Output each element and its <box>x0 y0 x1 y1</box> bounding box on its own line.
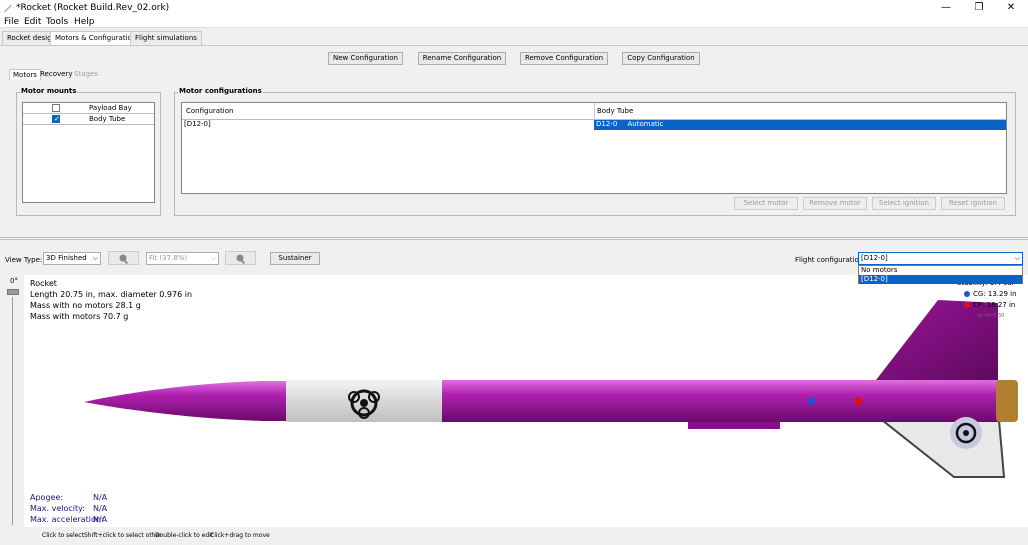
rename-configuration-button[interactable]: Rename Configuration <box>418 52 506 65</box>
title-bar: *Rocket (Rocket Build.Rev_02.ork) — ❐ ✕ <box>0 0 1028 16</box>
copy-configuration-button[interactable]: Copy Configuration <box>622 52 700 65</box>
mount-label: Body Tube <box>89 115 126 123</box>
status-bar: Click to select Shift+click to select ot… <box>0 527 1028 545</box>
status-hint: Double-click to edit <box>155 532 214 539</box>
motor-mounts-list: Payload Bay Body Tube <box>22 102 155 203</box>
rotation-slider-track[interactable] <box>12 297 13 525</box>
rotation-value: 0° <box>10 277 18 285</box>
mass-with-motors: Mass with motors 70.7 g <box>30 312 129 321</box>
magnifier-minus-icon <box>119 254 129 265</box>
max-acceleration-value: N/A <box>93 515 108 524</box>
menu-bar: File Edit Tools Help <box>0 16 1028 28</box>
motor-config-table: Configuration Body Tube [D12-0] D12-0 Au… <box>181 102 1007 194</box>
tab-flight-simulations[interactable]: Flight simulations <box>130 31 202 45</box>
fin-biohazard-decal <box>950 417 982 449</box>
mach-value: at M=0.30 <box>978 313 1005 319</box>
status-hint: Click+drag to move <box>210 532 270 539</box>
view-type-value: 3D Finished <box>46 254 87 262</box>
split-pane-divider[interactable] <box>0 237 1028 240</box>
tab-motors-configuration[interactable]: Motors & Configuration <box>50 31 142 45</box>
mass-no-motors: Mass with no motors 28.1 g <box>30 301 141 310</box>
zoom-value: Fit (37.8%) <box>149 254 188 262</box>
window-title: *Rocket (Rocket Build.Rev_02.ork) <box>16 3 170 13</box>
table-row[interactable]: [D12-0] D12-0 Automatic <box>182 120 1006 130</box>
option-d12-0[interactable]: [D12-0] <box>859 275 1022 284</box>
body-tube <box>442 380 1002 422</box>
ignition-type: Automatic <box>627 120 664 128</box>
mount-row-body-tube[interactable]: Body Tube <box>23 114 154 125</box>
rotation-panel: 0° <box>0 275 24 527</box>
side-fin <box>688 421 780 429</box>
maximize-button[interactable]: ❐ <box>963 0 995 16</box>
remove-motor-button[interactable]: Remove motor <box>803 197 867 210</box>
motor-mounts-title: Motor mounts <box>20 87 78 95</box>
flight-config-select[interactable]: [D12-0] ⌵ <box>858 252 1023 265</box>
zoom-select[interactable]: Fit (37.8%) ⌵ <box>146 252 219 265</box>
apogee-label: Apogee: <box>30 493 64 502</box>
rocket-name: Rocket <box>30 279 57 288</box>
rocket-length: Length 20.75 in, max. diameter 0.976 in <box>30 290 193 299</box>
app-rocket-icon <box>4 4 12 12</box>
column-header-configuration[interactable]: Configuration <box>186 103 233 120</box>
menu-tools[interactable]: Tools <box>46 17 68 27</box>
upper-fin <box>876 300 998 380</box>
new-configuration-button[interactable]: New Configuration <box>328 52 403 65</box>
rotation-slider-thumb[interactable] <box>7 289 19 295</box>
subtab-recovery[interactable]: Recovery <box>37 69 75 80</box>
menu-help[interactable]: Help <box>74 17 95 27</box>
max-velocity-value: N/A <box>93 504 108 513</box>
minimize-button[interactable]: — <box>930 0 962 16</box>
reset-ignition-button[interactable]: Reset ignition <box>941 197 1005 210</box>
status-hint: Shift+click to select other <box>84 532 162 539</box>
subtab-stages: Stages <box>74 70 98 78</box>
rocket-3d-view[interactable] <box>24 275 1028 527</box>
cg-marker <box>807 397 815 405</box>
option-no-motors[interactable]: No motors <box>859 266 1022 275</box>
view-type-select[interactable]: 3D Finished ⌵ <box>43 252 101 265</box>
select-motor-button[interactable]: Select motor <box>734 197 798 210</box>
cp-legend-icon <box>964 302 970 308</box>
column-header-body-tube[interactable]: Body Tube <box>597 103 633 120</box>
chevron-down-icon: ⌵ <box>1014 254 1020 262</box>
select-ignition-button[interactable]: Select ignition <box>872 197 936 210</box>
menu-file[interactable]: File <box>4 17 19 27</box>
sustainer-button[interactable]: Sustainer <box>270 252 320 265</box>
body-tube-checkbox[interactable] <box>52 114 60 124</box>
nose-cone <box>84 381 264 421</box>
view-type-label: View Type: <box>5 256 43 264</box>
cg-value: CG: 13.29 in <box>973 290 1017 298</box>
chevron-down-icon: ⌵ <box>92 254 98 262</box>
config-cell[interactable]: [D12-0] <box>184 120 211 129</box>
table-header: Configuration Body Tube <box>182 103 1006 120</box>
zoom-in-button[interactable] <box>225 251 256 265</box>
mount-label: Payload Bay <box>89 104 132 112</box>
cp-value: CP: 16.27 in <box>973 301 1016 309</box>
apogee-value: N/A <box>93 493 108 502</box>
coupler <box>260 381 288 421</box>
status-hint: Click to select <box>42 532 84 539</box>
rocket-figure <box>84 300 1018 478</box>
cp-marker <box>854 397 862 405</box>
flight-config-label: Flight configuration: <box>795 256 866 264</box>
menu-edit[interactable]: Edit <box>24 17 41 27</box>
zoom-out-button[interactable] <box>108 251 139 265</box>
lower-fin <box>879 419 1006 478</box>
chevron-down-icon: ⌵ <box>210 254 216 262</box>
magnifier-plus-icon <box>236 254 246 265</box>
mount-row-payload-bay[interactable]: Payload Bay <box>23 103 154 114</box>
close-button[interactable]: ✕ <box>995 0 1027 16</box>
remove-configuration-button[interactable]: Remove Configuration <box>520 52 608 65</box>
motor-cell[interactable]: D12-0 Automatic <box>594 120 1006 130</box>
cg-legend-icon <box>964 291 970 297</box>
motor-configurations-title: Motor configurations <box>178 87 263 95</box>
payload-bay-checkbox[interactable] <box>52 104 60 112</box>
motor-name: D12-0 <box>596 120 618 128</box>
motor-nozzle <box>996 380 1018 422</box>
flight-config-value: [D12-0] <box>861 254 888 262</box>
max-velocity-label: Max. velocity: <box>30 504 86 513</box>
flight-config-dropdown: No motors [D12-0] <box>858 265 1023 284</box>
